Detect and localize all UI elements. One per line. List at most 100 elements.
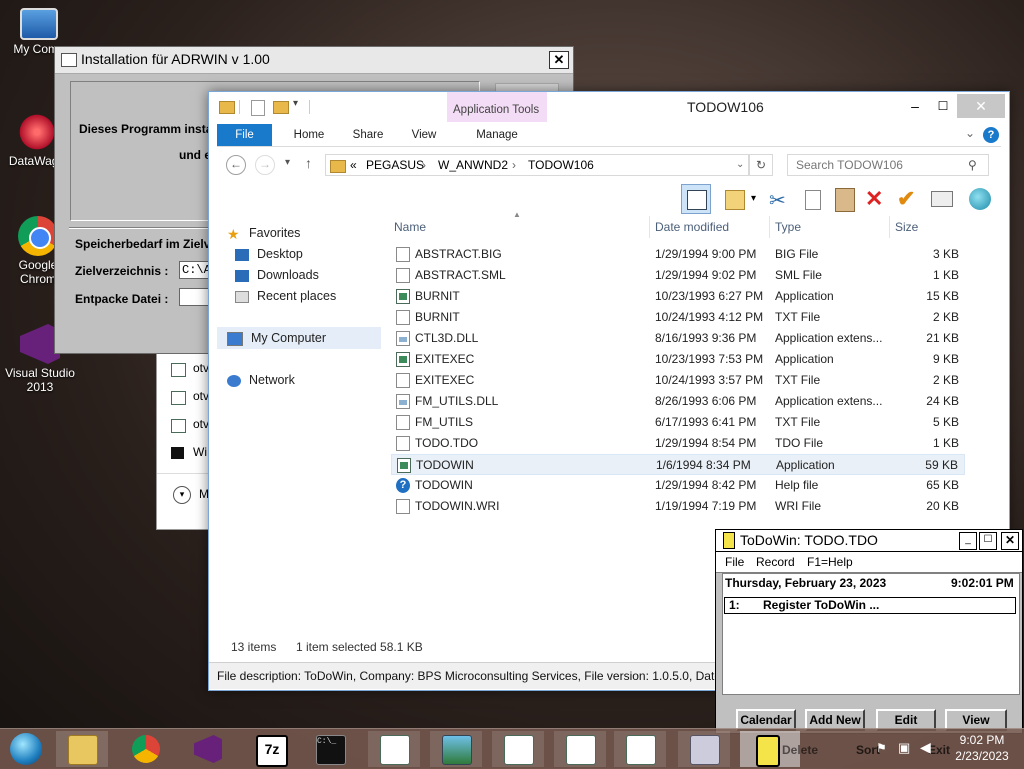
- taskbar-console[interactable]: C:\_: [304, 731, 356, 767]
- taskbar-window[interactable]: [614, 731, 666, 767]
- paste-icon[interactable]: [835, 188, 855, 212]
- taskbar-window[interactable]: [492, 731, 544, 767]
- file-row[interactable]: BURNIT 10/23/1993 6:27 PM Application 15 KB: [391, 286, 965, 307]
- tab-view[interactable]: View: [397, 124, 451, 146]
- properties-icon[interactable]: [251, 100, 265, 116]
- close-button[interactable]: ✕: [1001, 532, 1019, 550]
- dropdown-icon[interactable]: ▾: [751, 193, 756, 204]
- refresh-button[interactable]: ↻: [749, 154, 773, 176]
- installer-title-bar: Installation für ADRWIN v 1.00 ✕: [55, 47, 573, 74]
- menu-file[interactable]: File: [725, 555, 744, 569]
- file-name: FM_UTILS.DLL: [415, 394, 499, 408]
- file-row[interactable]: TODOWIN.WRI 1/19/1994 7:19 PM WRI File 20 K…: [391, 496, 965, 517]
- file-row[interactable]: ABSTRACT.SML 1/29/1994 9:02 PM SML File 1 K…: [391, 265, 965, 286]
- nav-favorites[interactable]: ★ Favorites: [227, 224, 300, 242]
- address-bar[interactable]: « PEGASUS › W_ANWND2 › TODOW106 ⌄: [325, 154, 749, 176]
- file-date: 1/29/1994 8:42 PM: [655, 478, 757, 492]
- chevron-right-icon[interactable]: ›: [422, 155, 426, 175]
- clock[interactable]: 9:02 PM 2/23/2023: [950, 732, 1014, 764]
- column-header-name[interactable]: Name: [394, 218, 426, 236]
- folder-options-icon[interactable]: [725, 190, 745, 210]
- recent-locations-icon[interactable]: ▾: [285, 157, 290, 168]
- taskbar-visual-studio[interactable]: [182, 731, 234, 767]
- status-selection: 1 item selected 58.1 KB: [296, 640, 423, 654]
- network-tray-icon[interactable]: ⚑: [876, 741, 887, 755]
- file-name: TODOWIN.WRI: [415, 499, 500, 513]
- file-name: BURNIT: [415, 289, 460, 303]
- maximize-button[interactable]: ☐: [931, 94, 955, 118]
- taskbar-explorer[interactable]: [56, 731, 108, 767]
- display-tray-icon[interactable]: ▣: [898, 740, 910, 756]
- copy-icon[interactable]: [805, 190, 821, 210]
- nav-my-computer[interactable]: My Computer: [217, 327, 381, 349]
- file-type: Help file: [775, 478, 819, 492]
- file-size: 5 KB: [932, 415, 959, 429]
- todo-entry[interactable]: 1: Register ToDoWin ...: [724, 597, 1016, 614]
- tab-manage[interactable]: Manage: [447, 124, 547, 146]
- file-row[interactable]: FM_UTILS 6/17/1993 6:41 PM TXT File 5 KB: [391, 412, 965, 433]
- breadcrumb-item[interactable]: W_ANWND2: [438, 155, 508, 175]
- new-folder-icon[interactable]: [273, 101, 289, 114]
- checkmark-icon[interactable]: ✔: [897, 186, 921, 211]
- taskbar-window[interactable]: [430, 731, 482, 767]
- file-row[interactable]: ABSTRACT.BIG 1/29/1994 9:00 PM BIG File 3 K…: [391, 244, 965, 265]
- tab-file[interactable]: File: [217, 124, 272, 146]
- taskbar-window[interactable]: [368, 731, 420, 767]
- nav-downloads[interactable]: Downloads: [235, 266, 319, 284]
- column-header-date[interactable]: Date modified: [655, 218, 729, 236]
- volume-tray-icon[interactable]: ◀: [920, 739, 931, 756]
- breadcrumb-item[interactable]: TODOW106: [528, 155, 594, 175]
- search-input[interactable]: Search TODOW106 ⚲: [787, 154, 989, 176]
- file-row[interactable]: TODOWIN 1/29/1994 8:42 PM Help file 65 KB: [391, 475, 965, 496]
- column-header-type[interactable]: Type: [775, 218, 801, 236]
- file-date: 8/16/1993 9:36 PM: [655, 331, 757, 345]
- forward-button[interactable]: →: [255, 155, 275, 175]
- file-row[interactable]: EXITEXEC 10/23/1993 7:53 PM Application 9 K…: [391, 349, 965, 370]
- nav-desktop[interactable]: Desktop: [235, 245, 303, 263]
- file-size: 21 KB: [926, 331, 959, 345]
- tab-home[interactable]: Home: [279, 124, 339, 146]
- nav-recent-places[interactable]: Recent places: [235, 287, 336, 305]
- taskbar-chrome[interactable]: [120, 731, 172, 767]
- column-header-size[interactable]: Size: [895, 218, 918, 236]
- computer-icon: [227, 331, 243, 346]
- taskbar-window[interactable]: [554, 731, 606, 767]
- close-button[interactable]: ✕: [957, 94, 1005, 118]
- ribbon-expand-icon[interactable]: ⌄: [965, 126, 975, 140]
- start-button[interactable]: [2, 731, 54, 767]
- file-date: 1/29/1994 9:00 PM: [655, 247, 757, 261]
- minimize-button[interactable]: _: [959, 532, 977, 550]
- breadcrumb-item[interactable]: PEGASUS: [366, 155, 424, 175]
- preview-pane-icon[interactable]: [681, 184, 711, 214]
- chevron-right-icon[interactable]: ›: [512, 155, 516, 175]
- file-row[interactable]: FM_UTILS.DLL 8/26/1993 6:06 PM Application…: [391, 391, 965, 412]
- menu-help[interactable]: F1=Help: [807, 555, 853, 569]
- menu-record[interactable]: Record: [756, 555, 795, 569]
- customize-dropdown-icon[interactable]: ▾: [293, 98, 298, 109]
- hidden-button-delete: Delete: [782, 743, 819, 757]
- minimize-button[interactable]: –: [903, 94, 927, 118]
- maximize-button[interactable]: ☐: [979, 532, 997, 550]
- document-icon: [396, 247, 410, 262]
- taskbar-window[interactable]: [678, 731, 730, 767]
- file-row[interactable]: CTL3D.DLL 8/16/1993 9:36 PM Application ex…: [391, 328, 965, 349]
- file-row[interactable]: TODOWIN 1/6/1994 8:34 PM Application 59 KB: [391, 454, 965, 475]
- delete-icon[interactable]: ✕: [865, 186, 889, 211]
- back-button[interactable]: ←: [226, 155, 246, 175]
- desktop-icon-label: Visual Studio 2013: [5, 366, 75, 394]
- breadcrumb-overflow[interactable]: «: [350, 155, 357, 175]
- globe-icon[interactable]: [969, 188, 991, 210]
- rename-icon[interactable]: [931, 191, 953, 207]
- file-row[interactable]: TODO.TDO 1/29/1994 8:54 PM TDO File 1 KB: [391, 433, 965, 454]
- taskbar-7zip[interactable]: 7z: [244, 731, 296, 767]
- chevron-down-icon[interactable]: ⌄: [736, 155, 744, 175]
- nav-network[interactable]: Network: [227, 371, 295, 389]
- close-button[interactable]: ✕: [549, 51, 569, 69]
- file-row[interactable]: EXITEXEC 10/24/1993 3:57 PM TXT File 2 KB: [391, 370, 965, 391]
- help-icon[interactable]: ?: [983, 127, 999, 143]
- cut-icon[interactable]: ✂: [769, 188, 793, 212]
- file-row[interactable]: BURNIT 10/24/1993 4:12 PM TXT File 2 KB: [391, 307, 965, 328]
- up-button[interactable]: ↑: [305, 155, 312, 171]
- tab-share[interactable]: Share: [339, 124, 397, 146]
- installer-message: Dieses Programm instal: [79, 122, 216, 136]
